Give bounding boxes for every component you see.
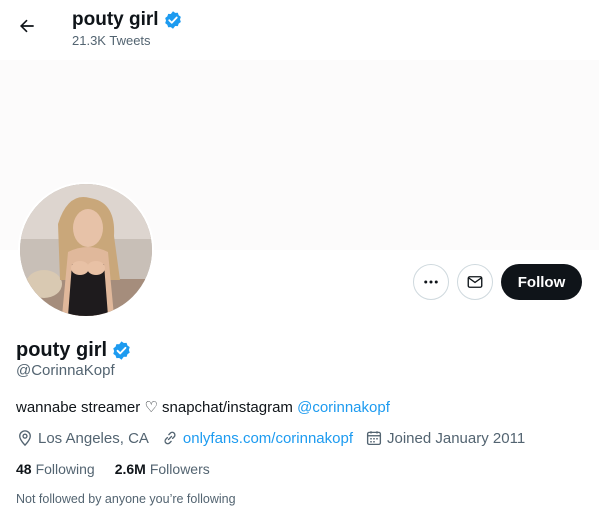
back-button[interactable] (10, 9, 44, 43)
profile-name: pouty girl (16, 337, 132, 363)
envelope-icon (467, 276, 483, 288)
website-item: onlyfans.com/corinnakopf (161, 429, 353, 447)
more-dots-icon (424, 280, 438, 284)
avatar-photo (20, 184, 152, 316)
verified-badge-icon (113, 340, 130, 360)
link-icon (164, 431, 176, 445)
profile-meta: Los Angeles, CA onlyfans.com/corinnakopf… (16, 429, 537, 447)
joined-text: Joined January 2011 (387, 429, 526, 447)
avatar[interactable] (18, 182, 154, 318)
follow-stats: 48 Following 2.6M Followers (16, 461, 230, 477)
location-item: Los Angeles, CA (16, 429, 149, 447)
followers-count: 2.6M (114, 461, 146, 477)
header-name: pouty girl (72, 9, 159, 30)
profile-bio: wannabe streamer ♡ snapchat/instagram @c… (16, 398, 390, 416)
following-link[interactable]: 48 Following (16, 461, 95, 477)
more-options-button[interactable] (413, 264, 449, 300)
profile-handle: @CorinnaKopf (16, 362, 115, 379)
location-pin-icon (19, 430, 31, 447)
profile-name-text: pouty girl (16, 339, 108, 361)
followers-label: Followers (149, 461, 210, 477)
calendar-icon (366, 431, 382, 446)
bio-mention-link[interactable]: @corinnakopf (297, 399, 390, 416)
website-link[interactable]: onlyfans.com/corinnakopf (183, 430, 353, 447)
verified-badge-icon (164, 11, 181, 29)
header-title: pouty girl (72, 8, 183, 32)
bio-text: wannabe streamer ♡ snapchat/instagram (16, 399, 298, 416)
followers-link[interactable]: 2.6M Followers (115, 461, 210, 477)
following-count: 48 (16, 461, 32, 477)
profile-header: pouty girl 21.3K Tweets (0, 0, 599, 60)
following-label: Following (35, 461, 95, 477)
tweets-count: 21.3K Tweets (72, 33, 151, 48)
arrow-left-icon (20, 19, 34, 33)
follow-button[interactable]: Follow (501, 264, 582, 300)
message-button[interactable] (457, 264, 493, 300)
followed-by-note: Not followed by anyone you’re following (16, 492, 236, 506)
joined-item: Joined January 2011 (365, 429, 525, 447)
location-text: Los Angeles, CA (38, 429, 149, 447)
avatar-image (20, 184, 152, 316)
